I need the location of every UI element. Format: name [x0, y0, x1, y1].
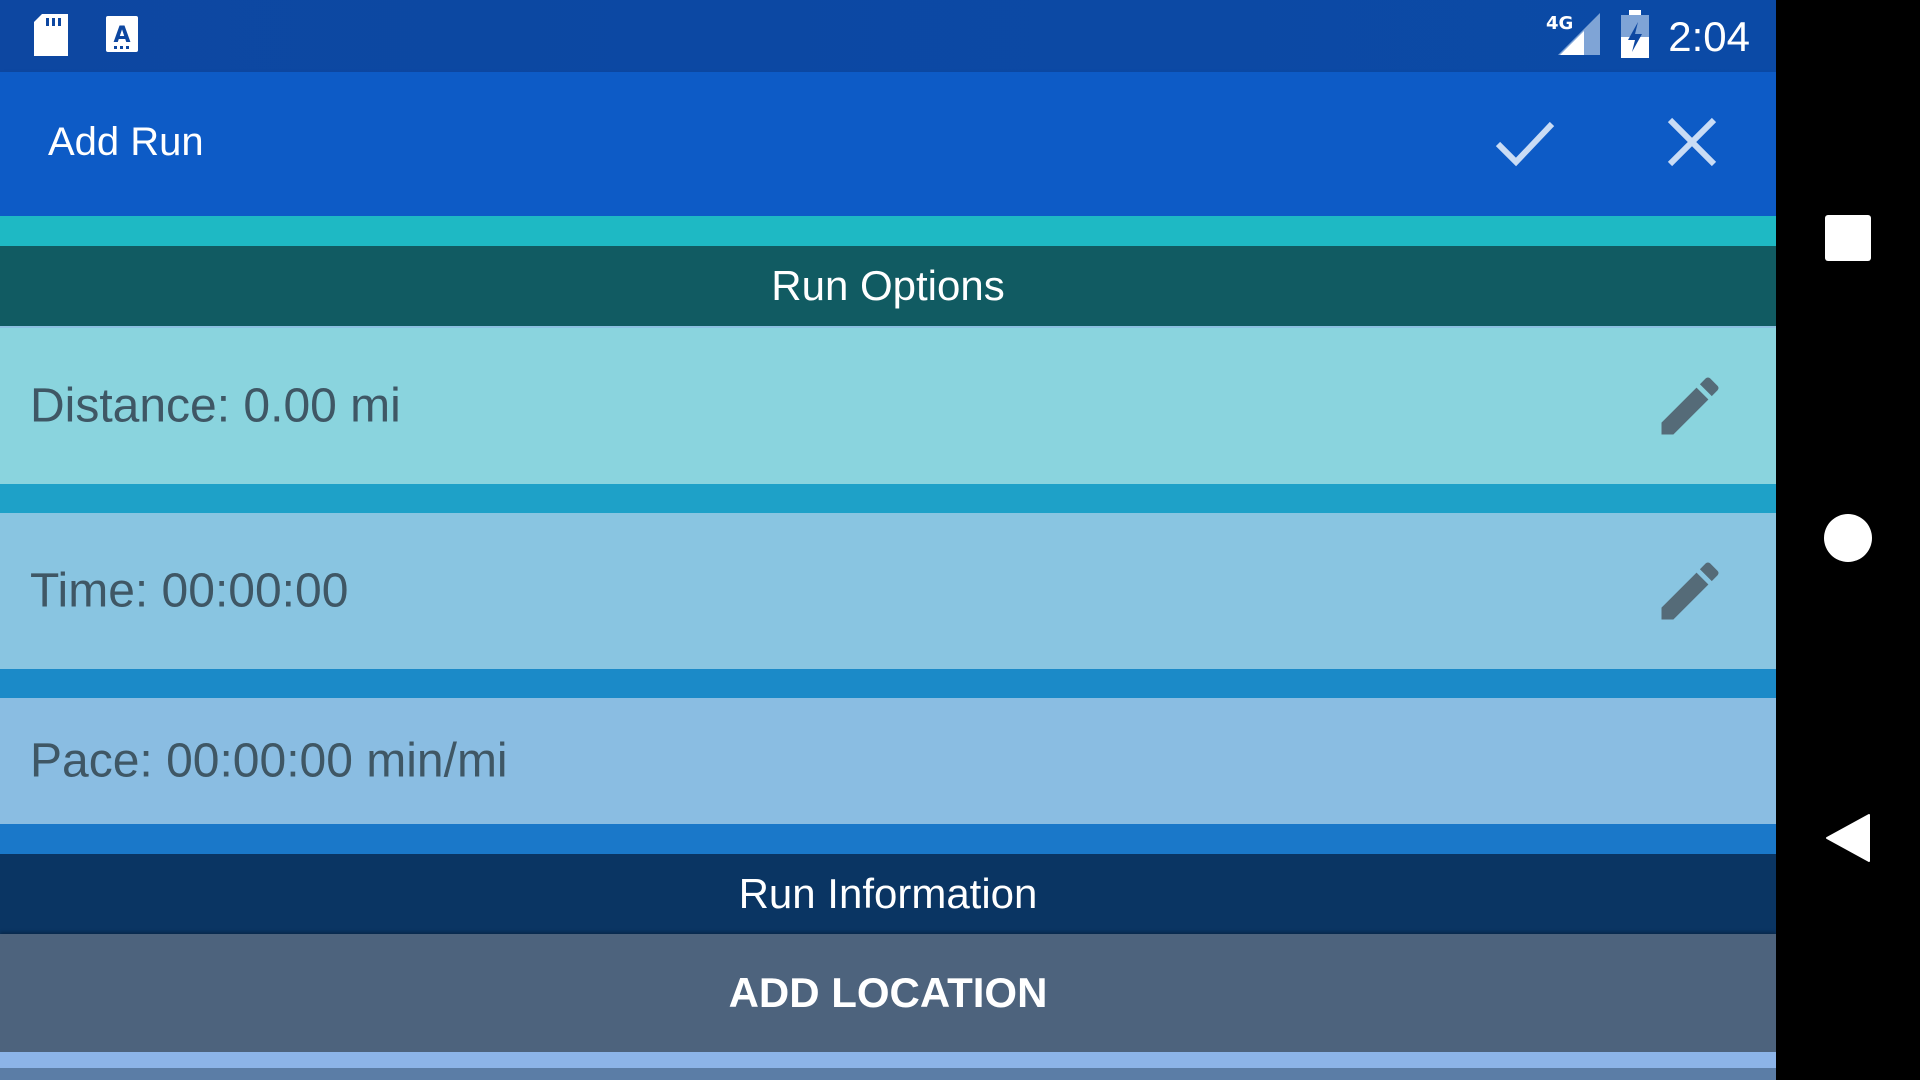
home-button[interactable]	[1812, 504, 1884, 576]
time-label: Time: 00:00:00	[30, 564, 349, 618]
sd-card-icon	[34, 14, 70, 61]
app-toolbar: Add Run	[0, 72, 1776, 216]
bottom-divider	[0, 1052, 1776, 1068]
section-header-run-information: Run Information	[0, 854, 1776, 934]
svg-text:A: A	[113, 23, 130, 48]
divider-strip	[0, 216, 1776, 246]
bottom-edge	[0, 1068, 1776, 1080]
edit-distance-button[interactable]	[1650, 368, 1730, 448]
section-header-run-options: Run Options	[0, 246, 1776, 326]
pace-label: Pace: 00:00:00 min/mi	[30, 734, 508, 788]
row-divider	[0, 484, 1776, 513]
status-bar: A 4G 2:04	[0, 0, 1776, 72]
time-row[interactable]: Time: 00:00:00	[0, 513, 1776, 669]
status-time: 2:04	[1668, 12, 1750, 60]
add-location-button[interactable]: ADD LOCATION	[0, 934, 1776, 1052]
back-button[interactable]	[1812, 804, 1884, 876]
edit-time-button[interactable]	[1650, 553, 1730, 633]
recent-apps-button[interactable]	[1812, 204, 1884, 276]
close-button[interactable]	[1656, 108, 1728, 180]
distance-label: Distance: 0.00 mi	[30, 379, 401, 433]
check-icon	[1492, 110, 1556, 179]
page-title: Add Run	[48, 120, 204, 164]
triangle-back-icon	[1825, 813, 1871, 868]
pencil-icon	[1652, 368, 1728, 449]
row-divider	[0, 824, 1776, 854]
app-screen: A 4G 2:04 Add Run Run Options Distance: …	[0, 0, 1776, 1080]
pace-row: Pace: 00:00:00 min/mi	[0, 698, 1776, 824]
signal-4g-icon: 4G	[1546, 11, 1602, 62]
circle-home-icon	[1823, 513, 1873, 568]
system-navigation-bar	[1776, 0, 1920, 1080]
confirm-button[interactable]	[1488, 108, 1560, 180]
status-bar-right: 4G 2:04	[1546, 10, 1750, 63]
keyboard-a-icon: A	[104, 14, 140, 61]
close-icon	[1664, 114, 1720, 175]
status-bar-left: A	[34, 14, 140, 61]
svg-text:4G: 4G	[1546, 13, 1573, 34]
pencil-icon	[1652, 553, 1728, 634]
row-divider	[0, 669, 1776, 698]
square-recent-apps-icon	[1825, 214, 1871, 266]
distance-row[interactable]: Distance: 0.00 mi	[0, 328, 1776, 484]
battery-charging-icon	[1620, 10, 1650, 63]
